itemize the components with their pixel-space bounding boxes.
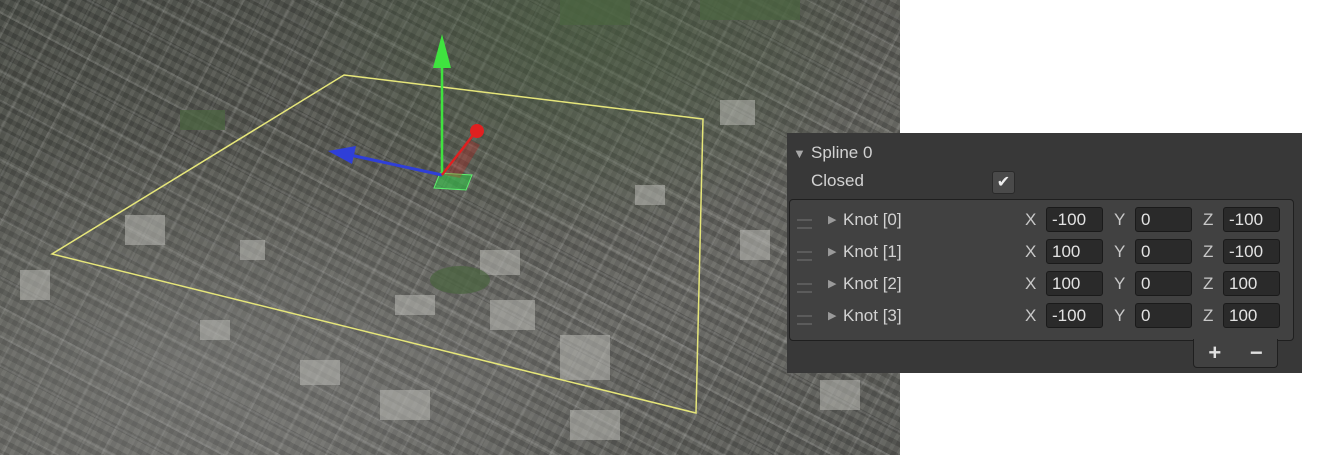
x-plane-handle — [445, 140, 480, 178]
knot-label: Knot [3] — [843, 306, 902, 325]
list-footer: + − — [1193, 339, 1278, 368]
knot-row[interactable]: ▶ Knot [0] X Y Z — [790, 206, 1293, 238]
spline-inspector: ▼ Spline 0 Closed ✔ ▶ Knot [0] X Y Z ▶ K… — [787, 133, 1302, 373]
knot-y-field[interactable] — [1135, 271, 1192, 296]
z-axis-label: Z — [1203, 306, 1214, 325]
transform-gizmo[interactable] — [328, 34, 484, 191]
knot-x-field[interactable] — [1046, 207, 1103, 232]
closed-label: Closed — [811, 171, 864, 190]
y-axis-label: Y — [1114, 306, 1126, 325]
z-axis-label: Z — [1203, 210, 1214, 229]
expand-triangle-icon[interactable]: ▶ — [828, 213, 836, 226]
knot-row[interactable]: ▶ Knot [2] X Y Z — [790, 270, 1293, 302]
checkmark-icon: ✔ — [996, 174, 1011, 191]
drag-handle-icon[interactable] — [797, 251, 812, 261]
knot-y-field[interactable] — [1135, 207, 1192, 232]
knot-label: Knot [0] — [843, 210, 902, 229]
knot-x-field[interactable] — [1046, 303, 1103, 328]
x-axis-label: X — [1025, 210, 1037, 229]
closed-checkbox[interactable]: ✔ — [992, 171, 1015, 194]
x-axis-handle — [470, 124, 484, 138]
knot-x-field[interactable] — [1046, 271, 1103, 296]
remove-knot-button[interactable]: − — [1250, 342, 1263, 364]
z-axis-arrow — [328, 146, 356, 164]
y-axis-label: Y — [1114, 242, 1126, 261]
y-axis-label: Y — [1114, 210, 1126, 229]
add-knot-button[interactable]: + — [1208, 342, 1221, 364]
drag-handle-icon[interactable] — [797, 283, 812, 293]
knot-label: Knot [1] — [843, 242, 902, 261]
knot-y-field[interactable] — [1135, 239, 1192, 264]
knot-z-field[interactable] — [1223, 303, 1280, 328]
knot-list: ▶ Knot [0] X Y Z ▶ Knot [1] X Y Z ▶ Knot… — [789, 199, 1294, 341]
knot-z-field[interactable] — [1223, 239, 1280, 264]
expand-triangle-icon[interactable]: ▶ — [828, 309, 836, 322]
expand-triangle-icon[interactable]: ▶ — [828, 277, 836, 290]
green-areas — [180, 0, 800, 294]
y-axis-label: Y — [1114, 274, 1126, 293]
drag-handle-icon[interactable] — [797, 315, 812, 325]
y-axis-arrow — [433, 34, 451, 68]
spline-title: Spline 0 — [811, 143, 873, 162]
z-axis-label: Z — [1203, 274, 1214, 293]
foldout-triangle-icon[interactable]: ▼ — [793, 146, 811, 161]
x-axis-label: X — [1025, 274, 1037, 293]
x-axis-label: X — [1025, 306, 1037, 325]
knot-y-field[interactable] — [1135, 303, 1192, 328]
knot-z-field[interactable] — [1223, 207, 1280, 232]
scene-overlay — [20, 0, 860, 440]
knot-label: Knot [2] — [843, 274, 902, 293]
scene-viewport[interactable] — [0, 0, 900, 455]
expand-triangle-icon[interactable]: ▶ — [828, 245, 836, 258]
x-axis-label: X — [1025, 242, 1037, 261]
knot-row[interactable]: ▶ Knot [3] X Y Z — [790, 302, 1293, 334]
z-axis-label: Z — [1203, 242, 1214, 261]
drag-handle-icon[interactable] — [797, 219, 812, 229]
knot-x-field[interactable] — [1046, 239, 1103, 264]
z-axis-line — [349, 153, 443, 177]
knot-row[interactable]: ▶ Knot [1] X Y Z — [790, 238, 1293, 270]
spline-foldout[interactable]: ▼ Spline 0 — [793, 142, 872, 164]
knot-z-field[interactable] — [1223, 271, 1280, 296]
